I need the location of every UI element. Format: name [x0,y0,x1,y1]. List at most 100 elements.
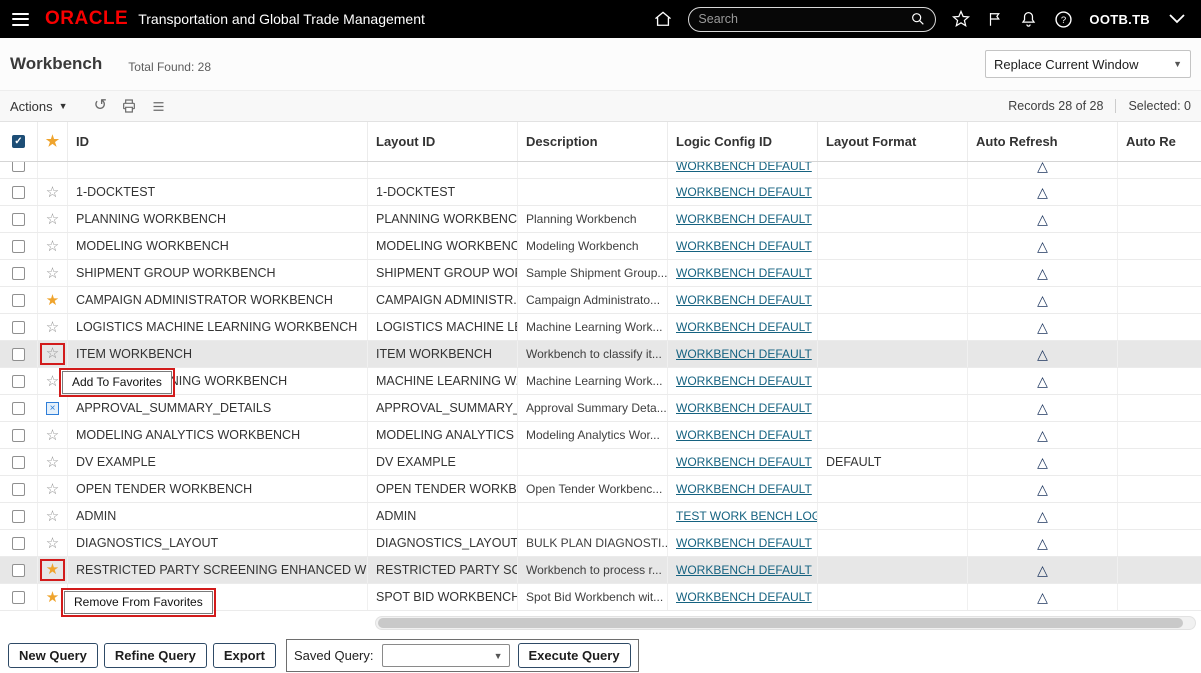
favorite-star-icon[interactable]: ☆ [46,346,59,361]
favorite-star-icon[interactable]: ☆ [46,428,59,443]
print-icon[interactable] [121,98,137,114]
help-icon[interactable]: ? [1053,9,1074,30]
favorite-star-icon[interactable]: ☆ [46,239,59,254]
column-header-logic-config-id[interactable]: Logic Config ID [668,122,818,161]
row-checkbox[interactable] [12,429,25,442]
row-checkbox[interactable] [12,456,25,469]
cell-layout-id: SPOT BID WORKBENCH [368,584,518,610]
saved-query-select[interactable]: ▼ [382,644,510,667]
column-header-auto-re[interactable]: Auto Re [1118,122,1201,161]
column-header-description[interactable]: Description [518,122,668,161]
cell-id: MODELING ANALYTICS WORKBENCH [68,422,368,448]
column-header-auto-refresh[interactable]: Auto Refresh [968,122,1118,161]
home-icon[interactable] [653,9,673,29]
search-input[interactable] [698,12,910,26]
logic-config-link[interactable]: WORKBENCH DEFAULT [676,162,812,173]
select-all-checkbox[interactable]: ✓ [12,135,25,148]
favorite-star-icon[interactable]: ☆ [46,455,59,470]
cell-layout-id: 1-DOCKTEST [368,179,518,205]
favorite-star-icon[interactable]: ☆ [46,185,59,200]
cell-auto-re [1118,314,1201,340]
favorite-star-icon[interactable]: ★ [46,562,59,577]
cell-logic-config: WORKBENCH DEFAULT [668,179,818,205]
logic-config-link[interactable]: WORKBENCH DEFAULT [676,401,812,415]
table-row: ×APPROVAL_SUMMARY_DETAILSAPPROVAL_SUMMAR… [0,395,1201,422]
window-mode-select[interactable]: Replace Current Window ▼ [985,50,1191,78]
window-mode-value: Replace Current Window [994,57,1139,72]
row-checkbox[interactable] [12,186,25,199]
row-checkbox[interactable] [12,591,25,604]
user-menu-chevron-icon[interactable] [1165,10,1189,28]
column-header-id[interactable]: ID [68,122,368,161]
flag-icon[interactable] [986,9,1004,29]
cell-id: DIAGNOSTICS_LAYOUT [68,530,368,556]
logic-config-link[interactable]: WORKBENCH DEFAULT [676,320,812,334]
logic-config-link[interactable]: WORKBENCH DEFAULT [676,455,812,469]
row-checkbox[interactable] [12,510,25,523]
auto-refresh-icon: △ [1037,401,1048,415]
favorites-star-icon[interactable] [951,9,971,29]
row-checkbox[interactable] [12,564,25,577]
logic-config-link[interactable]: WORKBENCH DEFAULT [676,563,812,577]
cell-layout-format [818,206,968,232]
logic-config-link[interactable]: TEST WORK BENCH LOG... [676,509,818,523]
logic-config-link[interactable]: WORKBENCH DEFAULT [676,428,812,442]
row-checkbox[interactable] [12,375,25,388]
global-search-box[interactable] [688,7,936,32]
favorite-star-icon[interactable]: ☆ [46,536,59,551]
actions-menu-button[interactable]: Actions ▼ [10,99,68,114]
row-checkbox[interactable] [12,240,25,253]
refine-query-button[interactable]: Refine Query [104,643,207,668]
search-icon[interactable] [910,11,926,27]
favorite-star-icon[interactable]: ☆ [46,509,59,524]
logic-config-link[interactable]: WORKBENCH DEFAULT [676,347,812,361]
row-checkbox[interactable] [12,402,25,415]
favorite-star-icon[interactable]: ★ [46,293,59,308]
user-menu-label[interactable]: OOTB.TB [1089,12,1150,27]
row-checkbox[interactable] [12,348,25,361]
notifications-bell-icon[interactable] [1019,9,1038,29]
list-view-icon[interactable] [151,99,166,114]
cell-layout-format [818,233,968,259]
logic-config-link[interactable]: WORKBENCH DEFAULT [676,239,812,253]
export-button[interactable]: Export [213,643,276,668]
cell-description: Workbench to process r... [518,557,668,583]
column-header-layout-id[interactable]: Layout ID [368,122,518,161]
hamburger-menu-icon[interactable] [12,13,29,26]
logic-config-link[interactable]: WORKBENCH DEFAULT [676,374,812,388]
favorite-star-icon[interactable]: ☆ [46,374,59,389]
favorite-star-icon[interactable]: ☆ [46,482,59,497]
favorite-star-icon[interactable]: ☆ [46,212,59,227]
row-checkbox[interactable] [12,483,25,496]
row-checkbox[interactable] [12,294,25,307]
execute-query-button[interactable]: Execute Query [518,643,631,668]
row-checkbox[interactable] [12,267,25,280]
refresh-icon[interactable]: ↺ [94,98,107,114]
table-row: ☆OPEN TENDER WORKBENCHOPEN TENDER WORKBE… [0,476,1201,503]
logic-config-link[interactable]: WORKBENCH DEFAULT [676,293,812,307]
cell-id: MODELING WORKBENCH [68,233,368,259]
logic-config-link[interactable]: WORKBENCH DEFAULT [676,185,812,199]
logic-config-link[interactable]: WORKBENCH DEFAULT [676,536,812,550]
new-query-button[interactable]: New Query [8,643,98,668]
logic-config-link[interactable]: WORKBENCH DEFAULT [676,212,812,226]
row-checkbox[interactable] [12,321,25,334]
cell-layout-format [818,314,968,340]
row-checkbox[interactable] [12,537,25,550]
horizontal-scrollbar-thumb[interactable] [378,618,1183,628]
favorite-star-icon[interactable]: ☆ [46,320,59,335]
table-row: ☆PLANNING WORKBENCHPLANNING WORKBENCHPla… [0,206,1201,233]
favorite-star-icon[interactable]: ☆ [46,266,59,281]
logic-config-link[interactable]: WORKBENCH DEFAULT [676,590,812,604]
logic-config-link[interactable]: WORKBENCH DEFAULT [676,482,812,496]
row-checkbox[interactable] [12,162,25,172]
column-header-layout-format[interactable]: Layout Format [818,122,968,161]
row-favorite-cell: ☆ [38,260,68,286]
row-favorite-cell [38,162,68,179]
cell-description [518,179,668,205]
row-favorite-cell: ☆ [38,314,68,340]
row-checkbox[interactable] [12,213,25,226]
favorite-star-icon[interactable]: ★ [46,590,59,605]
logic-config-link[interactable]: WORKBENCH DEFAULT [676,266,812,280]
horizontal-scrollbar[interactable] [375,616,1196,630]
